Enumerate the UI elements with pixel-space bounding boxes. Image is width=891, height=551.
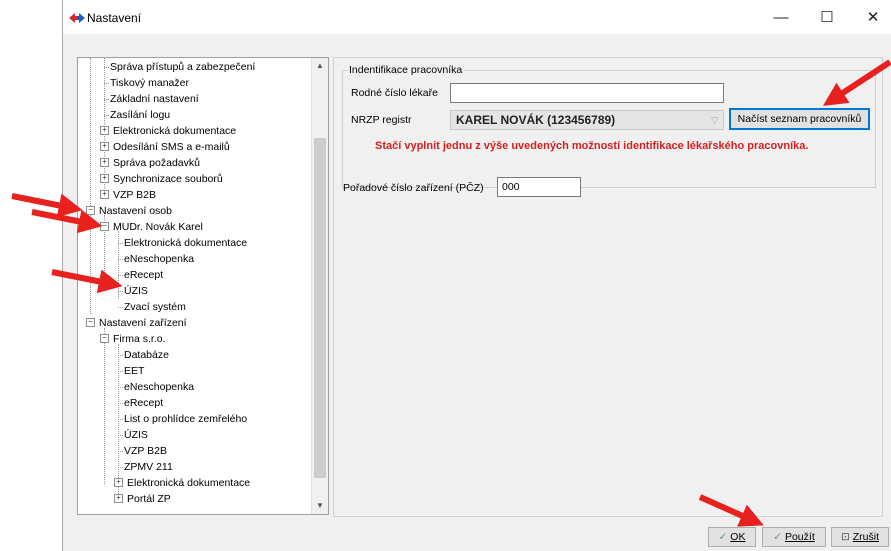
- tree-item-databaze[interactable]: Databáze: [118, 347, 169, 363]
- scroll-down-icon[interactable]: ▼: [312, 498, 328, 514]
- collapse-icon[interactable]: −: [86, 318, 95, 327]
- settings-panel: Indentifikace pracovníka Rodné číslo lék…: [333, 57, 883, 517]
- tree-item-vzp-b2b[interactable]: + VZP B2B: [100, 187, 156, 203]
- tree-item-nastaveni-zarizeni[interactable]: − Nastavení zařízení: [86, 315, 187, 331]
- expand-icon[interactable]: +: [100, 174, 109, 183]
- tree-item-zvaci-system[interactable]: Zvací systém: [118, 299, 186, 315]
- expand-icon[interactable]: +: [100, 126, 109, 135]
- tree-item-zasilani-logu[interactable]: Zasílání logu: [104, 107, 170, 123]
- tree-item-elektronicka-dokumentace[interactable]: + Elektronická dokumentace: [100, 123, 236, 139]
- window-title: Nastavení: [87, 11, 142, 25]
- tree-item-zpmv-211[interactable]: ZPMV 211: [118, 459, 173, 475]
- tree-item-osoba-erecept[interactable]: eRecept: [118, 267, 163, 283]
- scroll-up-icon[interactable]: ▲: [312, 58, 328, 74]
- tree-item-firma-eneschopenka[interactable]: eNeschopenka: [118, 379, 194, 395]
- identification-group-title: Indentifikace pracovníka: [349, 64, 463, 76]
- title-bar: Nastavení — ☐ ✕: [63, 0, 891, 34]
- tree-scrollbar[interactable]: ▲ ▼: [311, 58, 328, 514]
- tree-item-osoba-elektronicka-dokumentace[interactable]: Elektronická dokumentace: [118, 235, 247, 251]
- tree-item-tiskovy-manazer[interactable]: Tiskový manažer: [104, 75, 189, 91]
- tree-item-firma-uzis[interactable]: ÚZIS: [118, 427, 148, 443]
- tree-item-firma[interactable]: − Firma s.r.o.: [100, 331, 166, 347]
- minimize-button[interactable]: —: [758, 4, 804, 32]
- tree-item-firma-erecept[interactable]: eRecept: [118, 395, 163, 411]
- tree-item-firma-vzp-b2b[interactable]: VZP B2B: [118, 443, 167, 459]
- tree-item-sprava-pozadavku[interactable]: + Správa požadavků: [100, 155, 200, 171]
- tree-item-sprava-pristupu[interactable]: Správa přístupů a zabezpečení: [104, 59, 255, 75]
- expand-icon[interactable]: +: [100, 158, 109, 167]
- tree-item-mudr-novak[interactable]: − MUDr. Novák Karel: [100, 219, 203, 235]
- tree-item-portal-zp[interactable]: + Portál ZP: [114, 491, 171, 507]
- tree-item-zakladni-nastaveni[interactable]: Základní nastavení: [104, 91, 199, 107]
- nrzp-selected-value: KAREL NOVÁK (123456789): [456, 113, 616, 127]
- expand-icon[interactable]: +: [114, 494, 123, 503]
- collapse-icon[interactable]: −: [100, 222, 109, 231]
- ok-button[interactable]: ✓ OK: [708, 527, 756, 547]
- check-icon: ✓: [718, 531, 728, 543]
- tree-item-osoba-eneschopenka[interactable]: eNeschopenka: [118, 251, 194, 267]
- tree-connector: [118, 231, 119, 299]
- exit-icon: ⊡: [841, 531, 850, 543]
- nrzp-select[interactable]: KAREL NOVÁK (123456789) ▽: [450, 110, 724, 130]
- tree-item-osoba-uzis[interactable]: ÚZIS: [118, 283, 148, 299]
- settings-tree[interactable]: Správa přístupů a zabezpečení Tiskový ma…: [77, 57, 329, 515]
- expand-icon[interactable]: +: [100, 142, 109, 151]
- load-workers-button[interactable]: Načíst seznam pracovníků: [729, 108, 870, 130]
- tree-item-synchronizace[interactable]: + Synchronizace souborů: [100, 171, 223, 187]
- pcz-input[interactable]: 000: [497, 177, 581, 197]
- tree-connector: [104, 328, 105, 484]
- tree-item-firma-elektronicka-dokumentace[interactable]: + Elektronická dokumentace: [114, 475, 250, 491]
- tree-item-eet[interactable]: EET: [118, 363, 144, 379]
- tree-connector: [90, 58, 91, 314]
- expand-icon[interactable]: +: [114, 478, 123, 487]
- rodne-cislo-label: Rodné číslo lékaře: [351, 87, 438, 99]
- identification-hint: Stačí vyplnit jednu z výše uvedených mož…: [375, 140, 809, 152]
- apply-button[interactable]: ✓ Použít: [762, 527, 826, 547]
- tree-item-odesilani-sms[interactable]: + Odesílání SMS a e-mailů: [100, 139, 230, 155]
- rodne-cislo-input[interactable]: [450, 83, 724, 103]
- collapse-icon[interactable]: −: [100, 334, 109, 343]
- close-button[interactable]: ✕: [850, 4, 891, 32]
- tree-item-nastaveni-osob[interactable]: − Nastavení osob: [86, 203, 172, 219]
- tree-item-list-o-prohlidce[interactable]: List o prohlídce zemřelého: [118, 411, 247, 427]
- settings-window: Nastavení — ☐ ✕ Správa přístupů a zabezp…: [62, 0, 891, 551]
- app-icon: [69, 13, 85, 23]
- pcz-label: Pořadové číslo zařízení (PČZ): [343, 182, 484, 194]
- check-icon: ✓: [773, 531, 783, 543]
- nrzp-label: NRZP registr: [351, 114, 412, 126]
- cancel-button[interactable]: ⊡ Zrušit: [831, 527, 889, 547]
- scroll-thumb[interactable]: [314, 138, 326, 478]
- chevron-down-icon: ▽: [711, 115, 718, 125]
- expand-icon[interactable]: +: [100, 190, 109, 199]
- maximize-button[interactable]: ☐: [804, 4, 850, 32]
- collapse-icon[interactable]: −: [86, 206, 95, 215]
